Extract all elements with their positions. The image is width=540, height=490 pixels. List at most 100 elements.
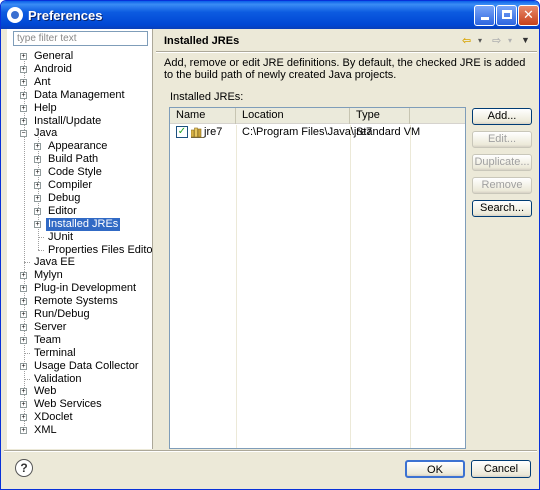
tree-item[interactable]: + Compiler — [7, 179, 153, 192]
add-button[interactable]: Add... — [472, 108, 532, 125]
expand-icon[interactable]: + — [20, 336, 27, 344]
back-dropdown-icon[interactable]: ▾ — [478, 36, 482, 45]
column-divider — [236, 125, 237, 448]
forward-dropdown-icon[interactable]: ▾ — [508, 36, 512, 45]
edit-button[interactable]: Edit... — [472, 131, 532, 148]
tree-item[interactable]: + General — [7, 50, 153, 63]
tree-item[interactable]: + XDoclet — [7, 411, 153, 424]
tree-item-label: General — [34, 50, 74, 62]
expand-icon[interactable]: + — [20, 298, 27, 306]
tree-connector — [38, 249, 44, 251]
tree-item[interactable]: Terminal — [7, 347, 153, 360]
ok-button[interactable]: OK — [405, 460, 465, 478]
tree-item[interactable]: + Code Style — [7, 166, 153, 179]
expand-icon[interactable]: + — [20, 323, 27, 331]
maximize-button[interactable] — [496, 5, 517, 26]
expand-icon[interactable]: + — [34, 207, 41, 215]
expand-icon[interactable]: + — [20, 272, 27, 280]
expand-icon[interactable]: + — [20, 362, 27, 370]
tree-item-label: Run/Debug — [34, 308, 90, 320]
tree-item[interactable]: + Build Path — [7, 153, 153, 166]
expand-icon[interactable]: + — [20, 427, 27, 435]
duplicate-button[interactable]: Duplicate... — [472, 154, 532, 171]
tree-item[interactable]: + Usage Data Collector — [7, 360, 153, 373]
expand-icon[interactable]: + — [20, 78, 27, 86]
column-header-location[interactable]: Location — [236, 108, 350, 124]
tree-item-label: Appearance — [48, 140, 108, 153]
expand-icon[interactable]: + — [20, 388, 27, 396]
tree-item[interactable]: JUnit — [7, 231, 153, 244]
close-button[interactable]: ✕ — [518, 5, 539, 26]
expand-icon[interactable]: + — [34, 220, 41, 228]
default-jre-checkbox[interactable]: ✓ — [176, 126, 188, 138]
tree-item[interactable]: + Web Services — [7, 398, 153, 411]
help-icon[interactable]: ? — [15, 459, 33, 477]
tree-item[interactable]: + Web — [7, 385, 153, 398]
expand-icon[interactable]: + — [20, 414, 27, 422]
expand-icon[interactable]: + — [34, 194, 41, 202]
tree-item[interactable]: + Ant — [7, 76, 153, 89]
expand-icon[interactable]: + — [20, 285, 27, 293]
minimize-button[interactable] — [474, 5, 495, 26]
tree-item-label: Build Path — [48, 153, 99, 166]
jre-table[interactable]: Name Location Type ✓ jre7 C:\Program Fil… — [169, 107, 466, 449]
column-header-name[interactable]: Name — [170, 108, 236, 124]
tree-item-label: Server — [34, 320, 67, 333]
expand-icon[interactable]: + — [34, 169, 41, 177]
view-menu-icon[interactable]: ▼ — [521, 35, 530, 45]
page-title: Installed JREs — [164, 35, 240, 47]
column-divider — [410, 125, 411, 448]
tree-item[interactable]: + Install/Update — [7, 115, 153, 128]
tree-item[interactable]: + Android — [7, 63, 153, 76]
jre-library-icon — [191, 127, 204, 138]
tree-item[interactable]: Properties Files Editor — [7, 244, 156, 257]
search-button[interactable]: Search... — [472, 200, 532, 217]
tree-item[interactable]: + Server — [7, 321, 153, 334]
tree-item[interactable]: + Run/Debug — [7, 308, 153, 321]
expand-icon[interactable]: + — [34, 182, 41, 189]
tree-item[interactable]: + Help — [7, 102, 153, 115]
tree-item[interactable]: + Editor — [7, 205, 153, 218]
tree-item[interactable]: − Java — [7, 127, 153, 140]
tree-item-label: Usage Data Collector — [34, 359, 139, 372]
expand-icon[interactable]: + — [20, 311, 27, 318]
tree-item[interactable]: + Debug — [7, 192, 153, 205]
dialog-content: type filter text + General + Android + Ant + Da… — [4, 29, 537, 488]
table-row[interactable]: ✓ jre7 C:\Program Files\Java\jre7 Standa… — [170, 125, 465, 140]
tree-item-label: Java — [34, 127, 58, 140]
column-header-type[interactable]: Type — [350, 108, 410, 124]
tree-item[interactable]: + Mylyn — [7, 269, 153, 282]
tree-item-label: Installed JREs — [46, 217, 121, 231]
tree-item-label: Team — [34, 333, 61, 346]
expand-icon[interactable]: + — [34, 156, 41, 164]
title-bar[interactable]: Preferences ✕ — [1, 1, 539, 29]
collapse-icon[interactable]: − — [20, 130, 27, 138]
expand-icon[interactable]: + — [20, 65, 27, 73]
expand-icon[interactable]: + — [20, 401, 27, 409]
filter-input[interactable]: type filter text — [13, 31, 148, 46]
minimize-icon — [480, 17, 489, 20]
tree-connector — [24, 352, 30, 354]
tree-item[interactable]: + Installed JREs — [7, 217, 153, 231]
tree-item[interactable]: Java EE — [7, 256, 153, 269]
tree-item-label: Java EE — [34, 256, 75, 269]
expand-icon[interactable]: + — [20, 104, 27, 112]
back-arrow-icon[interactable]: ⇦ — [462, 34, 471, 47]
remove-button[interactable]: Remove — [472, 177, 532, 194]
tree-item-label: Editor — [48, 204, 77, 217]
tree-item[interactable]: + Appearance — [7, 140, 153, 153]
tree-item[interactable]: + Plug-in Development — [7, 282, 153, 295]
expand-icon[interactable]: + — [20, 91, 27, 99]
cancel-button[interactable]: Cancel — [471, 460, 531, 478]
tree-item[interactable]: + Team — [7, 334, 153, 347]
tree-item[interactable]: Validation — [7, 373, 153, 386]
tree-item[interactable]: + Data Management — [7, 89, 153, 102]
tree-item[interactable]: + Remote Systems — [7, 295, 153, 308]
tree-item[interactable]: + XML — [7, 424, 153, 437]
expand-icon[interactable]: + — [20, 117, 27, 125]
expand-icon[interactable]: + — [34, 143, 41, 151]
tree-item-label: Web Services — [34, 398, 102, 411]
expand-icon[interactable]: + — [20, 53, 27, 60]
tree-connector — [24, 378, 30, 380]
forward-arrow-icon[interactable]: ⇨ — [492, 34, 501, 47]
